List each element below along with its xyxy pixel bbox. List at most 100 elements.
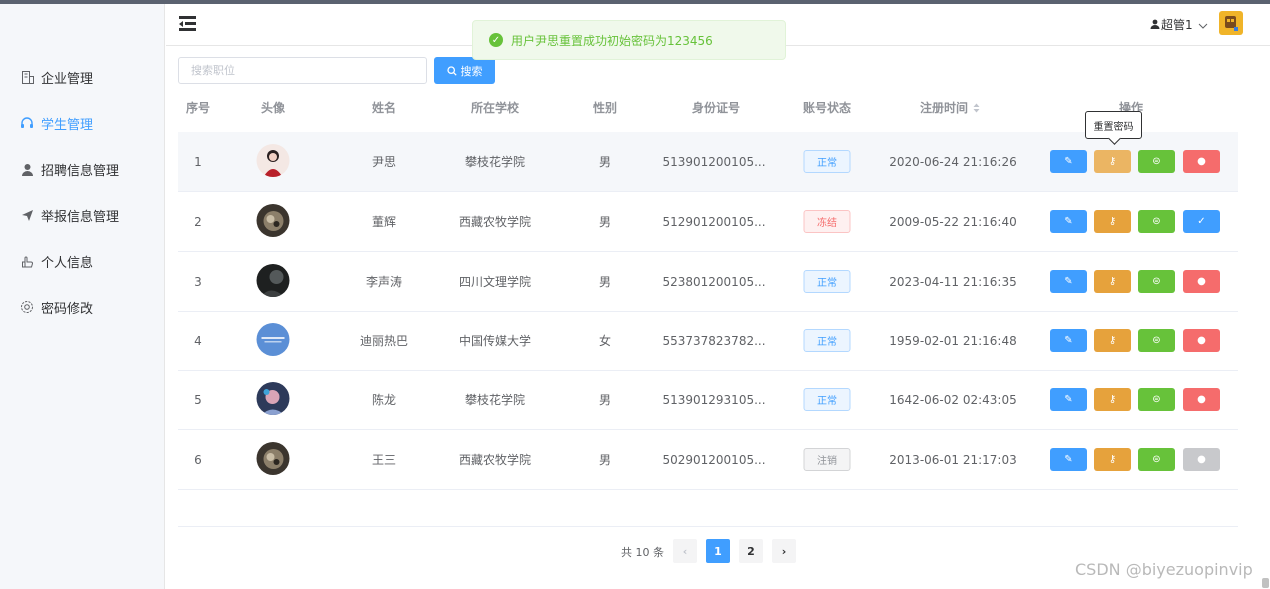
edit-button[interactable]: ✎: [1050, 448, 1087, 471]
chevron-down-icon: [1198, 18, 1208, 32]
view-button[interactable]: ⊜: [1138, 388, 1175, 411]
view-icon: ⊜: [1152, 216, 1161, 227]
view-icon: ⊜: [1152, 156, 1161, 167]
table-row[interactable]: 5 陈龙 攀枝花学院 男 513901293105... 正常 1642-06-…: [178, 370, 1238, 430]
view-button[interactable]: ⊜: [1138, 329, 1175, 352]
reset-password-button[interactable]: ⚷: [1094, 150, 1131, 173]
freeze-button[interactable]: ●: [1183, 150, 1220, 173]
status-badge: 注销: [803, 448, 851, 471]
edit-icon: ✎: [1064, 335, 1073, 346]
freeze-button[interactable]: ●: [1183, 388, 1220, 411]
freeze-button[interactable]: ●: [1183, 270, 1220, 293]
cell-id-number: 523801200105...: [662, 274, 766, 289]
pagination-next-button[interactable]: ›: [772, 539, 796, 563]
user-avatar[interactable]: [1219, 11, 1243, 35]
reset-password-button[interactable]: ⚷: [1094, 448, 1131, 471]
column-header-school: 所在学校: [470, 101, 520, 115]
sidebar-item-reports[interactable]: 举报信息管理: [20, 203, 119, 227]
key-icon: ⚷: [1108, 394, 1117, 405]
search-icon: [446, 65, 457, 76]
column-header-registered[interactable]: 注册时间: [920, 99, 980, 116]
sidebar-item-label: 举报信息管理: [41, 209, 120, 225]
cell-name: 李声涛: [365, 275, 403, 289]
user-icon: [20, 162, 34, 176]
sidebar-item-recruitment[interactable]: 招聘信息管理: [20, 157, 119, 181]
warning-icon: ●: [1197, 156, 1206, 167]
key-icon: ⚷: [1108, 216, 1117, 227]
status-badge: 正常: [803, 150, 851, 173]
edit-button[interactable]: ✎: [1050, 150, 1087, 173]
cell-name: 陈龙: [371, 393, 397, 407]
warning-icon: ●: [1197, 394, 1206, 405]
cell-id-number: 512901200105...: [662, 214, 766, 229]
scrollbar-handle[interactable]: [1262, 578, 1269, 588]
disabled-action-button[interactable]: ●: [1183, 448, 1220, 471]
freeze-button[interactable]: ●: [1183, 329, 1220, 352]
pagination-prev-button[interactable]: ‹: [673, 539, 697, 563]
unfreeze-button[interactable]: ✓: [1183, 210, 1220, 233]
cell-registered: 1642-06-02 02:43:05: [889, 392, 1017, 407]
table-row[interactable]: 6 王三 西藏农牧学院 男 502901200105... 注销 2013-06…: [178, 430, 1238, 490]
edit-icon: ✎: [1064, 216, 1073, 227]
reset-password-button[interactable]: ⚷: [1094, 388, 1131, 411]
column-header-name: 姓名: [371, 101, 397, 115]
cell-school: 四川文理学院: [458, 275, 532, 289]
key-icon: ⚷: [1108, 156, 1117, 167]
view-button[interactable]: ⊜: [1138, 150, 1175, 173]
success-toast: ✓ 用户尹思重置成功初始密码为123456: [472, 20, 786, 60]
cell-registered: 2023-04-11 21:16:35: [889, 274, 1017, 289]
check-circle-icon: ✓: [489, 33, 503, 47]
cell-school: 西藏农牧学院: [458, 453, 532, 467]
send-icon: [20, 208, 34, 222]
user-name: 超管1: [1161, 18, 1193, 32]
sidebar-item-company[interactable]: 企业管理: [20, 65, 93, 89]
cell-index: 2: [194, 214, 202, 229]
edit-button[interactable]: ✎: [1050, 210, 1087, 233]
cell-name: 迪丽热巴: [359, 334, 409, 348]
cell-school: 攀枝花学院: [464, 393, 526, 407]
column-header-avatar: 头像: [260, 101, 286, 115]
table-row[interactable]: 2 董辉 西藏农牧学院 男 512901200105... 冻结 2009-05…: [178, 192, 1238, 252]
cell-gender: 男: [598, 453, 612, 467]
key-icon: ⚷: [1108, 276, 1117, 287]
status-badge: 正常: [803, 329, 851, 352]
edit-button[interactable]: ✎: [1050, 270, 1087, 293]
watermark: CSDN @biyezuopinvip: [1075, 560, 1253, 579]
sidebar-item-password[interactable]: 密码修改: [20, 295, 93, 319]
cell-name: 尹思: [371, 155, 397, 169]
edit-icon: ✎: [1064, 276, 1073, 287]
user-dropdown[interactable]: 超管1: [1150, 16, 1208, 33]
reset-password-button[interactable]: ⚷: [1094, 270, 1131, 293]
sidebar-item-profile[interactable]: 个人信息: [20, 249, 93, 273]
sidebar-item-students[interactable]: 学生管理: [20, 111, 93, 135]
view-button[interactable]: ⊜: [1138, 270, 1175, 293]
cell-gender: 男: [598, 393, 612, 407]
edit-button[interactable]: ✎: [1050, 329, 1087, 352]
sidebar-item-label: 密码修改: [41, 301, 94, 317]
cell-gender: 女: [598, 334, 612, 348]
reset-password-button[interactable]: ⚷: [1094, 329, 1131, 352]
search-input[interactable]: [178, 57, 427, 84]
menu-toggle-icon[interactable]: [179, 16, 196, 32]
cell-index: 5: [194, 392, 202, 407]
pagination-page-1[interactable]: 1: [706, 539, 730, 563]
sort-icon[interactable]: [973, 103, 980, 113]
table-footer-divider: [178, 526, 1238, 527]
cell-registered: 2013-06-01 21:17:03: [889, 452, 1017, 467]
column-header-index: 序号: [185, 101, 211, 115]
pagination-page-2[interactable]: 2: [739, 539, 763, 563]
table-row[interactable]: 3 李声涛 四川文理学院 男 523801200105... 正常 2023-0…: [178, 252, 1238, 312]
column-header-gender: 性别: [592, 101, 618, 115]
search-button[interactable]: 搜索: [434, 57, 495, 84]
reset-password-button[interactable]: ⚷: [1094, 210, 1131, 233]
cell-index: 4: [194, 333, 202, 348]
cell-registered: 2020-06-24 21:16:26: [889, 154, 1017, 169]
view-button[interactable]: ⊜: [1138, 210, 1175, 233]
view-button[interactable]: ⊜: [1138, 448, 1175, 471]
table-row[interactable]: 1 尹思 攀枝花学院 男 513901200105... 正常 2020-06-…: [178, 132, 1238, 192]
warning-icon: ●: [1197, 276, 1206, 287]
edit-button[interactable]: ✎: [1050, 388, 1087, 411]
table-row[interactable]: 4 迪丽热巴 中国传媒大学 女 553737823782... 正常 1959-…: [178, 311, 1238, 371]
column-header-id-number: 身份证号: [691, 101, 741, 115]
sidebar-item-label: 招聘信息管理: [41, 163, 120, 179]
